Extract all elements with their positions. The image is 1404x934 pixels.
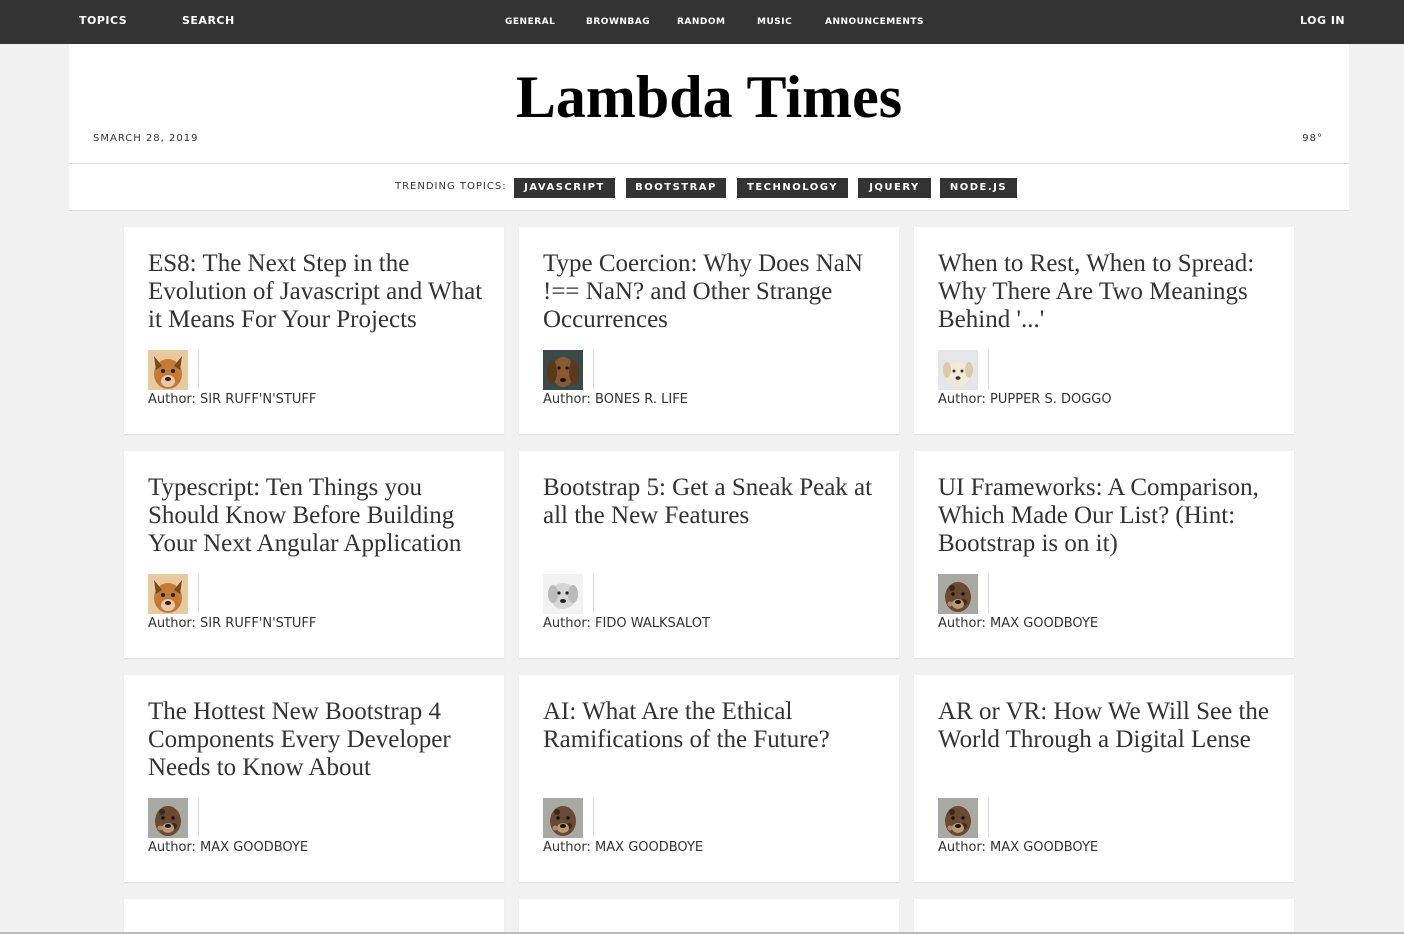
article-headline[interactable]: When to Rest, When to Spread: Why There … — [938, 250, 1278, 334]
article-author: Author: MAX GOODBOYE — [938, 840, 1099, 855]
search-link[interactable]: SEARCH — [182, 0, 235, 43]
trending-label: TRENDING TOPICS: — [395, 181, 507, 192]
top-nav-bar: TOPICS SEARCH GENERAL BROWNBAG RANDOM MU… — [0, 0, 1404, 44]
site-header: Lambda Times SMARCH 28, 2019 98° TRENDIN… — [69, 44, 1349, 211]
dog-avatar-merle-icon — [938, 574, 978, 614]
author-avatar — [938, 798, 989, 838]
trending-topics-bar: TRENDING TOPICS: JAVASCRIPT BOOTSTRAP TE… — [69, 178, 1349, 198]
dog-avatar-merle-icon — [543, 798, 583, 838]
article-card[interactable]: ES8: The Next Step in the Evolution of J… — [124, 227, 504, 434]
article-headline[interactable]: Bootstrap 5: Get a Sneak Peak at all the… — [543, 474, 883, 530]
author-avatar — [543, 798, 594, 838]
article-author: Author: SIR RUFF'N'STUFF — [148, 616, 317, 631]
header-date: SMARCH 28, 2019 — [93, 133, 199, 144]
article-card-partial[interactable] — [914, 899, 1294, 934]
article-headline[interactable]: Typescript: Ten Things you Should Know B… — [148, 474, 488, 558]
article-card[interactable]: AI: What Are the Ethical Ramifications o… — [519, 675, 899, 882]
header-temperature: 98° — [1302, 133, 1323, 144]
article-author: Author: PUPPER S. DOGGO — [938, 392, 1112, 407]
author-avatar — [148, 574, 199, 614]
author-avatar — [148, 798, 199, 838]
dog-avatar-merle-icon — [938, 798, 978, 838]
article-card[interactable]: AR or VR: How We Will See the World Thro… — [914, 675, 1294, 882]
tab-javascript[interactable]: JAVASCRIPT — [514, 178, 615, 198]
dog-avatar-orange-icon — [148, 574, 188, 614]
dog-avatar-gray-icon — [543, 574, 583, 614]
article-card[interactable]: Typescript: Ten Things you Should Know B… — [124, 451, 504, 658]
dog-avatar-brown-icon — [543, 350, 583, 390]
site-title: Lambda Times — [515, 64, 903, 130]
author-avatar — [148, 350, 199, 390]
author-avatar — [543, 350, 594, 390]
article-card[interactable]: The Hottest New Bootstrap 4 Components E… — [124, 675, 504, 882]
header-divider — [69, 163, 1349, 164]
author-avatar — [543, 574, 594, 614]
dog-avatar-white-icon — [938, 350, 978, 390]
article-card-partial[interactable] — [519, 899, 899, 934]
nav-link-random[interactable]: RANDOM — [677, 0, 726, 44]
article-card[interactable]: When to Rest, When to Spread: Why There … — [914, 227, 1294, 434]
article-author: Author: MAX GOODBOYE — [938, 616, 1099, 631]
tab-nodejs[interactable]: NODE.JS — [940, 178, 1017, 198]
tab-technology[interactable]: TECHNOLOGY — [737, 178, 848, 198]
author-avatar — [938, 350, 989, 390]
article-author: Author: SIR RUFF'N'STUFF — [148, 392, 317, 407]
article-headline[interactable]: AI: What Are the Ethical Ramifications o… — [543, 698, 883, 754]
topics-link[interactable]: TOPICS — [79, 0, 127, 43]
tab-jquery[interactable]: JQUERY — [858, 178, 931, 198]
article-headline[interactable]: AR or VR: How We Will See the World Thro… — [938, 698, 1278, 754]
nav-link-general[interactable]: GENERAL — [505, 0, 555, 44]
login-link[interactable]: LOG IN — [1300, 0, 1345, 43]
nav-link-announcements[interactable]: ANNOUNCEMENTS — [825, 0, 924, 44]
article-headline[interactable]: Type Coercion: Why Does NaN !== NaN? and… — [543, 250, 883, 334]
article-headline[interactable]: The Hottest New Bootstrap 4 Components E… — [148, 698, 488, 782]
article-card[interactable]: UI Frameworks: A Comparison, Which Made … — [914, 451, 1294, 658]
dog-avatar-merle-icon — [148, 798, 188, 838]
author-avatar — [938, 574, 989, 614]
article-author: Author: BONES R. LIFE — [543, 392, 688, 407]
article-headline[interactable]: ES8: The Next Step in the Evolution of J… — [148, 250, 488, 334]
article-card[interactable]: Type Coercion: Why Does NaN !== NaN? and… — [519, 227, 899, 434]
article-headline[interactable]: UI Frameworks: A Comparison, Which Made … — [938, 474, 1278, 558]
nav-link-music[interactable]: MUSIC — [757, 0, 792, 44]
article-card[interactable]: Bootstrap 5: Get a Sneak Peak at all the… — [519, 451, 899, 658]
article-author: Author: MAX GOODBOYE — [148, 840, 309, 855]
dog-avatar-orange-icon — [148, 350, 188, 390]
article-author: Author: FIDO WALKSALOT — [543, 616, 710, 631]
article-card-partial[interactable] — [124, 899, 504, 934]
article-author: Author: MAX GOODBOYE — [543, 840, 704, 855]
tab-bootstrap[interactable]: BOOTSTRAP — [626, 178, 726, 198]
nav-link-brownbag[interactable]: BROWNBAG — [586, 0, 650, 44]
